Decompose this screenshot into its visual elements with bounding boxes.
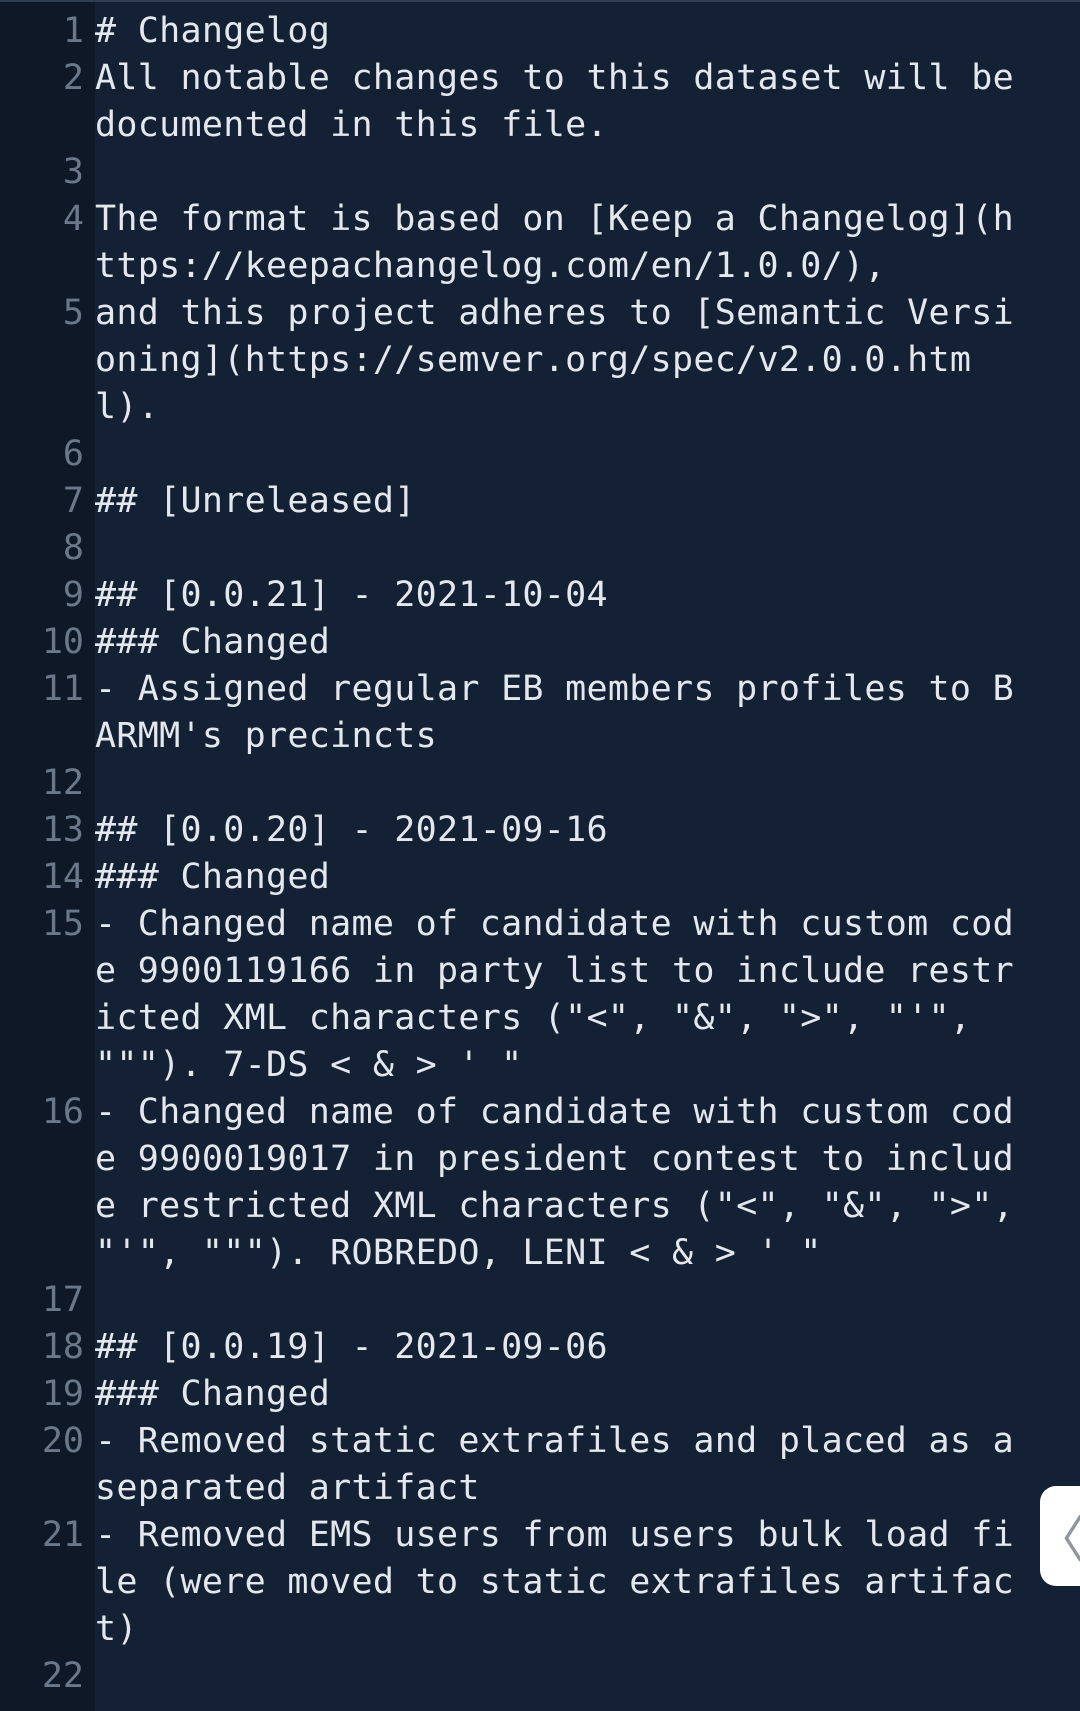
line-number: 21 (41, 1515, 84, 1555)
line-text[interactable]: ### Changed (95, 854, 1080, 901)
line-number: 17 (41, 1280, 84, 1320)
code-line[interactable]: 3 (0, 149, 1080, 196)
line-number: 6 (62, 434, 84, 474)
line-text[interactable]: - Removed EMS users from users bulk load… (95, 1512, 1080, 1653)
line-number: 11 (41, 669, 84, 709)
code-line[interactable]: 2 All notable changes to this dataset wi… (0, 55, 1080, 149)
line-number: 13 (41, 810, 84, 850)
line-text[interactable]: ## [Unreleased] (95, 478, 1080, 525)
code-line[interactable]: 14 ### Changed (0, 854, 1080, 901)
code-line[interactable]: 5 and this project adheres to [Semantic … (0, 290, 1080, 431)
line-number: 9 (62, 575, 84, 615)
line-text[interactable]: ## [0.0.21] - 2021-10-04 (95, 572, 1080, 619)
code-line[interactable]: 9 ## [0.0.21] - 2021-10-04 (0, 572, 1080, 619)
line-number: 12 (41, 763, 84, 803)
line-number: 15 (41, 904, 84, 944)
code-line[interactable]: 13 ## [0.0.20] - 2021-09-16 (0, 807, 1080, 854)
line-number: 8 (62, 528, 84, 568)
code-line[interactable]: 16 - Changed name of candidate with cust… (0, 1089, 1080, 1277)
code-line[interactable]: 22 (0, 1653, 1080, 1700)
line-text[interactable]: - Removed static extrafiles and placed a… (95, 1418, 1080, 1512)
chevron-left-icon: 〈 (1035, 1511, 1080, 1569)
line-text[interactable]: The format is based on [Keep a Changelog… (95, 196, 1080, 290)
line-number: 7 (62, 481, 84, 521)
line-text[interactable]: - Changed name of candidate with custom … (95, 1089, 1080, 1277)
line-number: 1 (62, 11, 84, 51)
line-text[interactable]: - Changed name of candidate with custom … (95, 901, 1080, 1089)
code-line[interactable]: 21 - Removed EMS users from users bulk l… (0, 1512, 1080, 1653)
line-number: 3 (62, 152, 84, 192)
line-text[interactable]: ### Changed (95, 1371, 1080, 1418)
line-number: 16 (41, 1092, 84, 1132)
code-line[interactable]: 8 (0, 525, 1080, 572)
line-number: 18 (41, 1327, 84, 1367)
line-text[interactable]: ## [0.0.19] - 2021-09-06 (95, 1324, 1080, 1371)
line-number: 10 (41, 622, 84, 662)
code-editor[interactable]: 1 # Changelog 2 All notable changes to t… (0, 0, 1080, 1711)
line-number: 19 (41, 1374, 84, 1414)
line-text[interactable]: ### Changed (95, 619, 1080, 666)
line-number: 2 (62, 58, 84, 98)
code-line[interactable]: 10 ### Changed (0, 619, 1080, 666)
line-number: 22 (41, 1656, 84, 1696)
line-text[interactable]: ## [0.0.20] - 2021-09-16 (95, 807, 1080, 854)
code-line[interactable]: 20 - Removed static extrafiles and place… (0, 1418, 1080, 1512)
line-text[interactable]: All notable changes to this dataset will… (95, 55, 1080, 149)
code-line[interactable]: 12 (0, 760, 1080, 807)
line-number: 5 (62, 293, 84, 333)
line-text[interactable]: # Changelog (95, 8, 1080, 55)
code-line[interactable]: 17 (0, 1277, 1080, 1324)
code-line[interactable]: 1 # Changelog (0, 8, 1080, 55)
code-line[interactable]: 18 ## [0.0.19] - 2021-09-06 (0, 1324, 1080, 1371)
collapse-panel-button[interactable]: 〈 (1035, 1486, 1080, 1586)
code-line[interactable]: 6 (0, 431, 1080, 478)
code-line[interactable]: 15 - Changed name of candidate with cust… (0, 901, 1080, 1089)
line-number: 14 (41, 857, 84, 897)
line-text[interactable]: - Assigned regular EB members profiles t… (95, 666, 1080, 760)
line-number: 4 (62, 199, 84, 239)
code-lines[interactable]: 1 # Changelog 2 All notable changes to t… (0, 8, 1080, 1700)
code-line[interactable]: 7 ## [Unreleased] (0, 478, 1080, 525)
line-text[interactable]: and this project adheres to [Semantic Ve… (95, 290, 1080, 431)
code-line[interactable]: 4 The format is based on [Keep a Changel… (0, 196, 1080, 290)
line-number: 20 (41, 1421, 84, 1461)
code-line[interactable]: 19 ### Changed (0, 1371, 1080, 1418)
code-line[interactable]: 11 - Assigned regular EB members profile… (0, 666, 1080, 760)
